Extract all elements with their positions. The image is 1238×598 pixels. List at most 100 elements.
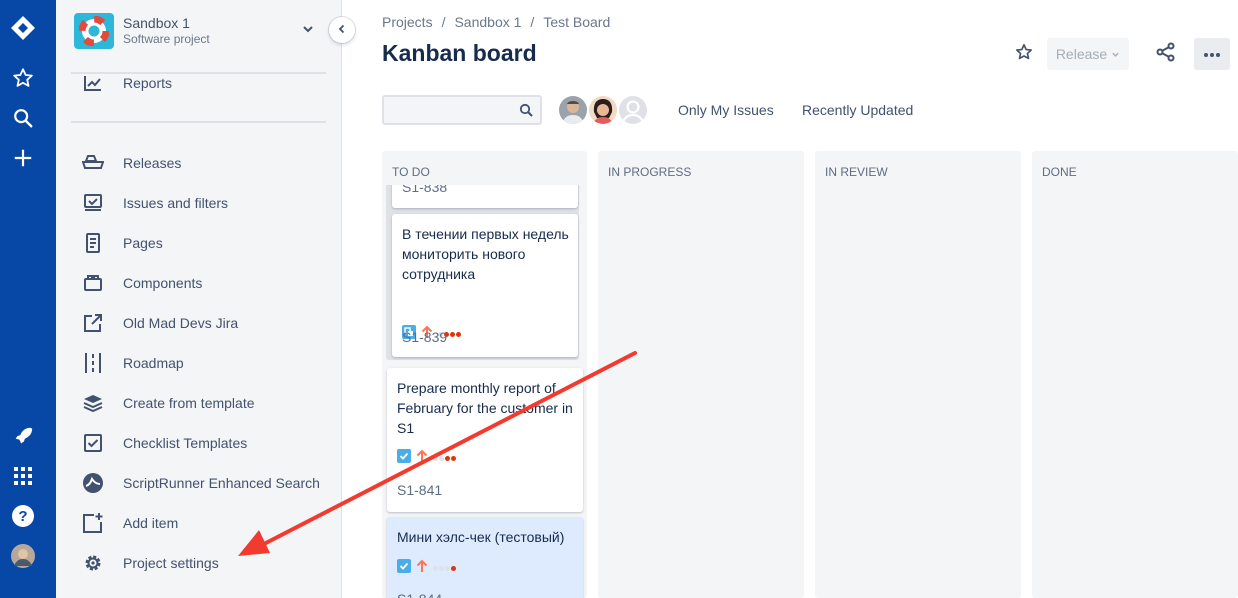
sidebar-item-add-item[interactable]: Add item bbox=[71, 507, 326, 539]
share-icon bbox=[1156, 42, 1176, 67]
filter-only-my-issues[interactable]: Only My Issues bbox=[678, 102, 774, 118]
issues-icon bbox=[81, 192, 105, 214]
task-type-icon bbox=[397, 448, 411, 468]
priority-high-icon bbox=[416, 559, 428, 578]
issue-key: S1-838 bbox=[402, 185, 448, 195]
estimate-dots bbox=[433, 455, 456, 461]
sidebar-item-pages[interactable]: Pages bbox=[71, 227, 326, 259]
create-plus-icon[interactable] bbox=[0, 144, 46, 172]
external-link-icon bbox=[81, 312, 105, 334]
sidebar-item-label: Old Mad Devs Jira bbox=[123, 315, 239, 331]
ship-icon bbox=[81, 152, 105, 174]
project-header[interactable]: Sandbox 1 Software project bbox=[74, 10, 324, 52]
rocket-icon[interactable] bbox=[0, 422, 46, 450]
filter-recently-updated[interactable]: Recently Updated bbox=[802, 102, 913, 118]
page-title: Kanban board bbox=[382, 40, 537, 66]
chevron-down-icon[interactable] bbox=[302, 22, 314, 40]
divider bbox=[71, 121, 326, 123]
assignee-avatar[interactable] bbox=[587, 94, 619, 126]
project-type: Software project bbox=[123, 32, 210, 46]
share-button[interactable] bbox=[1152, 40, 1180, 68]
sidebar-item-label: Project settings bbox=[123, 555, 219, 571]
sidebar-item-checklist-templates[interactable]: Checklist Templates bbox=[71, 427, 326, 459]
breadcrumb-board[interactable]: Test Board bbox=[543, 14, 610, 30]
gear-icon bbox=[81, 552, 105, 574]
breadcrumb-project[interactable]: Sandbox 1 bbox=[454, 14, 521, 30]
sidebar-item-scriptrunner-enhanced-search[interactable]: ScriptRunner Enhanced Search bbox=[71, 467, 326, 499]
issue-summary: Prepare monthly report of February for t… bbox=[397, 380, 573, 436]
breadcrumb-projects[interactable]: Projects bbox=[382, 14, 433, 30]
sidebar-item-issues-and-filters[interactable]: Issues and filters bbox=[71, 187, 326, 219]
column-header: IN REVIEW bbox=[825, 165, 888, 179]
column-header: TO DO bbox=[392, 165, 430, 179]
task-type-icon bbox=[397, 558, 411, 578]
favorite-button[interactable] bbox=[1010, 40, 1038, 68]
layers-icon bbox=[81, 392, 105, 414]
more-actions-button[interactable] bbox=[1194, 38, 1230, 70]
search-icon[interactable] bbox=[0, 104, 46, 132]
global-nav: ? bbox=[0, 0, 56, 598]
board-column-in-review: IN REVIEW bbox=[815, 151, 1021, 598]
more-icon bbox=[1203, 45, 1221, 63]
issue-summary: Мини хэлс-чек (тестовый) bbox=[397, 529, 565, 545]
project-sidebar: Sandbox 1 Software project Reports Relea… bbox=[56, 0, 342, 598]
user-avatar[interactable] bbox=[0, 542, 46, 570]
issue-meta bbox=[397, 448, 456, 468]
chevron-down-icon bbox=[1111, 46, 1120, 62]
page-icon bbox=[81, 232, 105, 254]
sidebar-item-label: Create from template bbox=[123, 395, 255, 411]
issue-card[interactable]: S1-838 bbox=[392, 185, 578, 208]
column-header: IN PROGRESS bbox=[608, 165, 692, 179]
help-icon[interactable]: ? bbox=[0, 502, 46, 530]
app-switcher-icon[interactable] bbox=[0, 462, 46, 490]
sidebar-item-label: Checklist Templates bbox=[123, 435, 248, 451]
sidebar-item-create-from-template[interactable]: Create from template bbox=[71, 387, 326, 419]
todo-card-list: S1-838 В течении первых недель мониторит… bbox=[382, 185, 587, 598]
components-icon bbox=[81, 272, 105, 294]
sidebar-item-label: Issues and filters bbox=[123, 195, 229, 211]
sidebar-item-label: Reports bbox=[123, 75, 173, 91]
issue-key: S1-841 bbox=[397, 482, 443, 498]
main-content: Projects / Sandbox 1/Test Board Kanban boa… bbox=[342, 0, 1238, 598]
issue-card-selected[interactable]: Мини хэлс-чек (тестовый) S1-844 bbox=[387, 517, 583, 598]
estimate-dots bbox=[433, 565, 456, 571]
search-icon bbox=[519, 103, 533, 122]
breadcrumb: Projects / Sandbox 1/Test Board bbox=[382, 14, 611, 30]
project-name: Sandbox 1 bbox=[123, 15, 190, 31]
star-icon bbox=[1015, 43, 1033, 66]
collapse-sidebar-button[interactable] bbox=[329, 17, 355, 43]
sidebar-item-reports[interactable]: Reports bbox=[71, 67, 326, 99]
jira-app: ? Sandbox 1 Software project Reports Rel… bbox=[0, 0, 1238, 598]
sidebar-item-old-mad-devs-jira[interactable]: Old Mad Devs Jira bbox=[71, 307, 326, 339]
issue-card[interactable]: В течении первых недель мониторить новог… bbox=[392, 214, 578, 357]
issue-key: S1-844 bbox=[397, 591, 442, 598]
assignee-avatar[interactable] bbox=[617, 94, 649, 126]
issue-key: S1-839 bbox=[402, 329, 448, 345]
sidebar-item-project-settings[interactable]: Project settings bbox=[71, 547, 326, 579]
search-input[interactable] bbox=[384, 97, 514, 123]
scriptrunner-icon bbox=[81, 472, 105, 494]
sidebar-item-label: Pages bbox=[123, 235, 163, 251]
priority-high-icon bbox=[416, 449, 428, 468]
board-search bbox=[382, 95, 542, 125]
sidebar-item-label: Roadmap bbox=[123, 355, 184, 371]
project-avatar bbox=[74, 13, 114, 49]
release-button[interactable]: Release bbox=[1047, 38, 1129, 70]
sidebar-item-label: ScriptRunner Enhanced Search bbox=[123, 475, 320, 491]
add-item-icon bbox=[81, 512, 105, 534]
sidebar-item-components[interactable]: Components bbox=[71, 267, 326, 299]
sidebar-item-roadmap[interactable]: Roadmap bbox=[71, 347, 326, 379]
assignee-avatar[interactable] bbox=[557, 94, 589, 126]
column-header: DONE bbox=[1042, 165, 1077, 179]
issue-summary: В течении первых недель мониторить новог… bbox=[402, 226, 569, 282]
sidebar-item-releases[interactable]: Releases bbox=[71, 147, 326, 179]
issue-meta bbox=[397, 558, 456, 578]
sidebar-item-label: Add item bbox=[123, 515, 179, 531]
issue-card[interactable]: Prepare monthly report of February for t… bbox=[387, 368, 583, 512]
jira-logo-icon[interactable] bbox=[0, 14, 46, 42]
roadmap-icon bbox=[81, 352, 105, 374]
sidebar-item-label: Components bbox=[123, 275, 203, 291]
sidebar-item-label: Releases bbox=[123, 155, 182, 171]
star-icon[interactable] bbox=[0, 64, 46, 92]
board-column-in-progress: IN PROGRESS bbox=[598, 151, 804, 598]
